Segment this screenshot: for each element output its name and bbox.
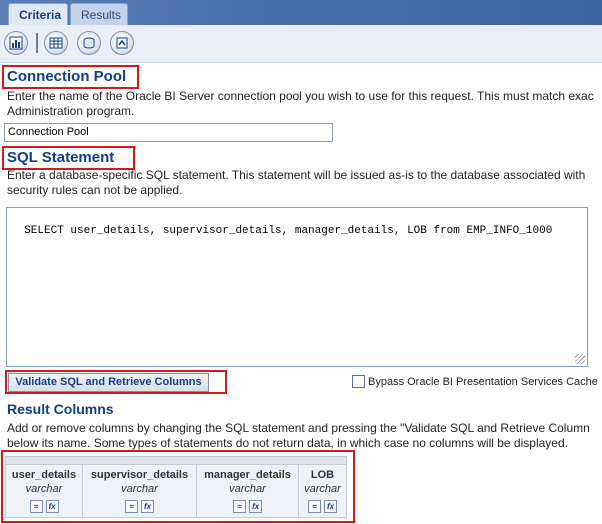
column-properties-icon[interactable]: ≈ [233, 500, 246, 513]
column-properties-icon[interactable]: ≈ [125, 500, 138, 513]
database-icon[interactable] [77, 31, 101, 55]
sql-statement-textarea[interactable]: SELECT user_details, supervisor_details,… [6, 207, 588, 367]
result-columns-description-1: Add or remove columns by changing the SQ… [7, 421, 590, 435]
column-manager-details: manager_details varchar ≈ fx [197, 465, 299, 518]
connection-pool-heading: Connection Pool [7, 68, 127, 85]
column-name: LOB [310, 469, 335, 481]
column-type: varchar [229, 483, 266, 495]
tab-bar: Criteria Results [0, 0, 602, 25]
result-columns-grid: user_details varchar ≈ fx supervisor_det… [5, 456, 347, 518]
result-columns-heading: Result Columns [7, 401, 114, 417]
refresh-icon[interactable] [110, 31, 134, 55]
column-type: varchar [121, 483, 158, 495]
bypass-cache-label: Bypass Oracle BI Presentation Services C… [368, 375, 598, 388]
column-user-details: user_details varchar ≈ fx [6, 465, 83, 518]
column-properties-icon[interactable]: ≈ [29, 500, 43, 513]
column-name: manager_details [204, 469, 291, 481]
column-formula-icon[interactable]: fx [45, 500, 59, 513]
column-name: supervisor_details [90, 469, 189, 481]
column-lob: LOB varchar ≈ fx [299, 465, 346, 518]
column-type: varchar [304, 483, 341, 495]
column-formula-icon[interactable]: fx [324, 500, 337, 513]
validate-sql-button[interactable]: Validate SQL and Retrieve Columns [8, 373, 209, 392]
bypass-cache-checkbox[interactable] [352, 375, 365, 388]
column-supervisor-details: supervisor_details varchar ≈ fx [83, 465, 197, 518]
toolbar-separator [36, 33, 38, 53]
column-type: varchar [25, 483, 63, 495]
sql-statement-description-1: Enter a database-specific SQL statement.… [7, 168, 586, 182]
connection-pool-description-1: Enter the name of the Oracle BI Server c… [7, 89, 594, 103]
column-name: user_details [11, 469, 77, 481]
tab-results[interactable]: Results [70, 3, 128, 25]
report-icon[interactable] [4, 31, 28, 55]
sql-statement-heading: SQL Statement [7, 149, 115, 166]
connection-pool-description-2: Administration program. [7, 104, 135, 118]
toolbar [0, 25, 602, 63]
result-columns-description-2: below its name. Some types of statements… [7, 436, 568, 450]
sql-statement-description-2: security rules can not be applied. [7, 183, 183, 197]
connection-pool-input[interactable]: Connection Pool [4, 123, 333, 142]
column-formula-icon[interactable]: fx [141, 500, 154, 513]
table-icon[interactable] [44, 31, 68, 55]
tab-criteria[interactable]: Criteria [8, 3, 68, 25]
column-properties-icon[interactable]: ≈ [308, 500, 321, 513]
bypass-cache-option: Bypass Oracle BI Presentation Services C… [352, 375, 598, 388]
resize-grip-icon[interactable] [575, 354, 585, 364]
column-formula-icon[interactable]: fx [249, 500, 262, 513]
sql-statement-text: SELECT user_details, supervisor_details,… [24, 225, 553, 237]
